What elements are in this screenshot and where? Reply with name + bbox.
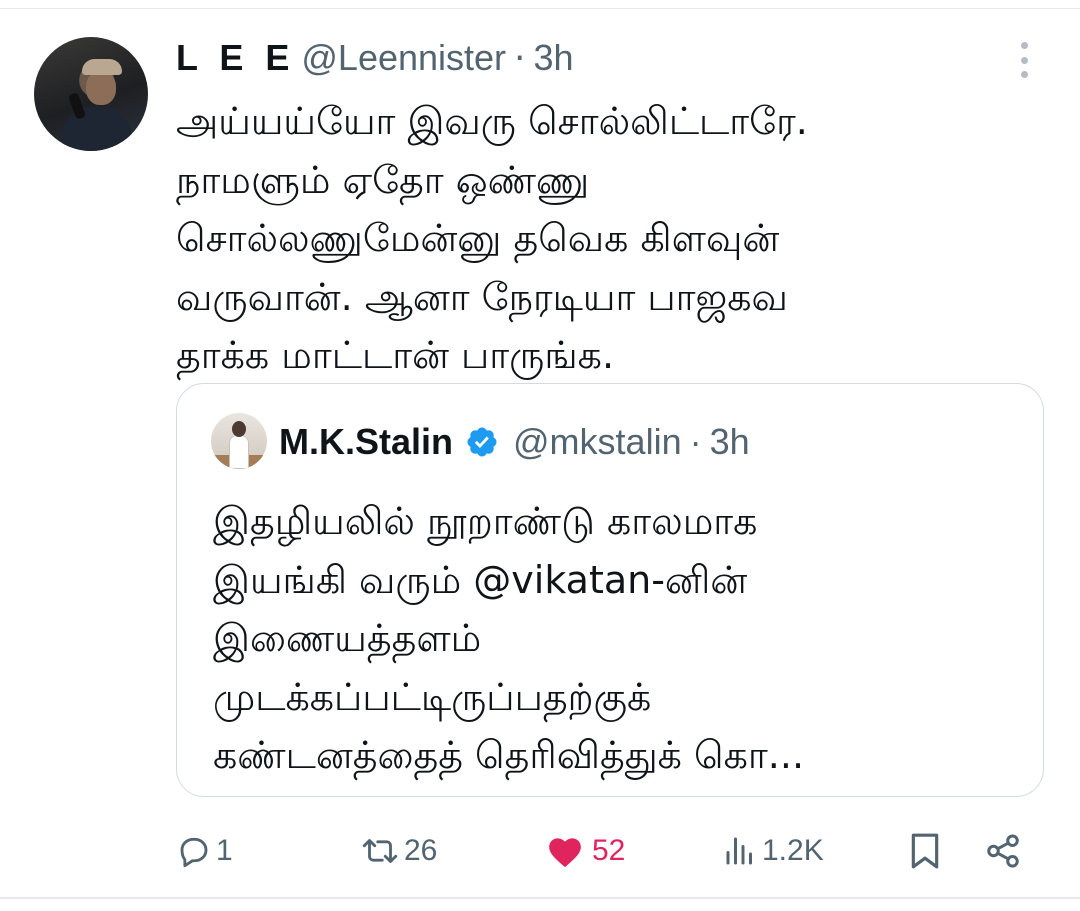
like-count: 52 — [592, 834, 626, 867]
more-options-button[interactable] — [1010, 40, 1038, 80]
reply-icon — [180, 837, 208, 868]
quoted-tweet-card[interactable]: M.K.Stalin @mkstalin · 3h இதழியலில் நூறா… — [176, 383, 1044, 797]
heart-icon — [549, 838, 581, 868]
tweet-text-line: சொல்லணுமேன்னு தவெக கிளவுன் — [176, 216, 780, 261]
tweet-header: L E E @Leennister · 3h — [176, 36, 574, 80]
action-bar: 1 26 52 1.2K — [0, 826, 1080, 876]
like-button[interactable]: 52 — [546, 826, 625, 876]
quoted-text-line: கண்டனத்தைத் தெரிவித்துக் கொ... — [213, 733, 805, 778]
repost-button[interactable]: 26 — [360, 826, 437, 876]
tweet-text-line: நாமளும் ஏதோ ஒண்ணு — [176, 157, 590, 202]
quoted-tweet-header: M.K.Stalin @mkstalin · 3h — [279, 420, 750, 464]
author-display-name[interactable]: L E E — [176, 37, 295, 79]
quoted-text-line: இதழியலில் நூறாண்டு காலமாக — [213, 499, 758, 543]
share-button[interactable] — [984, 826, 1022, 876]
quoted-text-line: இணையத்தளம் — [213, 616, 482, 661]
quoted-text-line: இயங்கி வரும் @vikatan-னின் — [213, 557, 748, 602]
reply-count: 1 — [216, 834, 233, 867]
top-divider — [0, 8, 1080, 9]
tweet-body: அய்யய்யோ இவரு சொல்லிட்டாரே. நாமளும் ஏதோ … — [176, 92, 1036, 385]
bookmark-button[interactable] — [908, 826, 942, 876]
bottom-divider — [0, 897, 1080, 899]
tweet-text-line: வருவான். ஆனா நேரடியா பாஜகவ — [176, 274, 788, 319]
quoted-text-line: முடக்கப்பட்டிருப்பதற்குக் — [213, 674, 652, 719]
quoted-tweet-timestamp: 3h — [709, 421, 750, 462]
tweet-timestamp[interactable]: 3h — [534, 37, 574, 79]
quoted-author-handle: @mkstalin — [513, 421, 682, 462]
quoted-author-avatar — [211, 413, 267, 469]
verified-icon — [467, 427, 497, 457]
author-handle[interactable]: @Leennister — [301, 37, 506, 79]
bookmark-icon — [911, 833, 939, 869]
repost-icon — [362, 839, 398, 863]
repost-count: 26 — [404, 834, 438, 867]
quoted-author-display-name: M.K.Stalin — [279, 421, 454, 462]
views-count: 1.2K — [762, 834, 824, 867]
reply-button[interactable]: 1 — [176, 826, 233, 876]
quoted-header-separator: · — [689, 421, 702, 462]
tweet-text-line: தாக்க மாட்டான் பாருங்க. — [176, 333, 615, 378]
views-icon — [726, 837, 752, 865]
tweet-text-line: அய்யய்யோ இவரு சொல்லிட்டாரே. — [176, 99, 808, 143]
views-button[interactable]: 1.2K — [722, 826, 824, 876]
share-icon — [987, 834, 1019, 868]
more-icon — [1020, 42, 1028, 49]
header-separator: · — [514, 37, 526, 79]
author-avatar[interactable] — [34, 37, 148, 151]
quoted-tweet-body: இதழியலில் நூறாண்டு காலமாக இயங்கி வரும் @… — [213, 492, 1013, 785]
